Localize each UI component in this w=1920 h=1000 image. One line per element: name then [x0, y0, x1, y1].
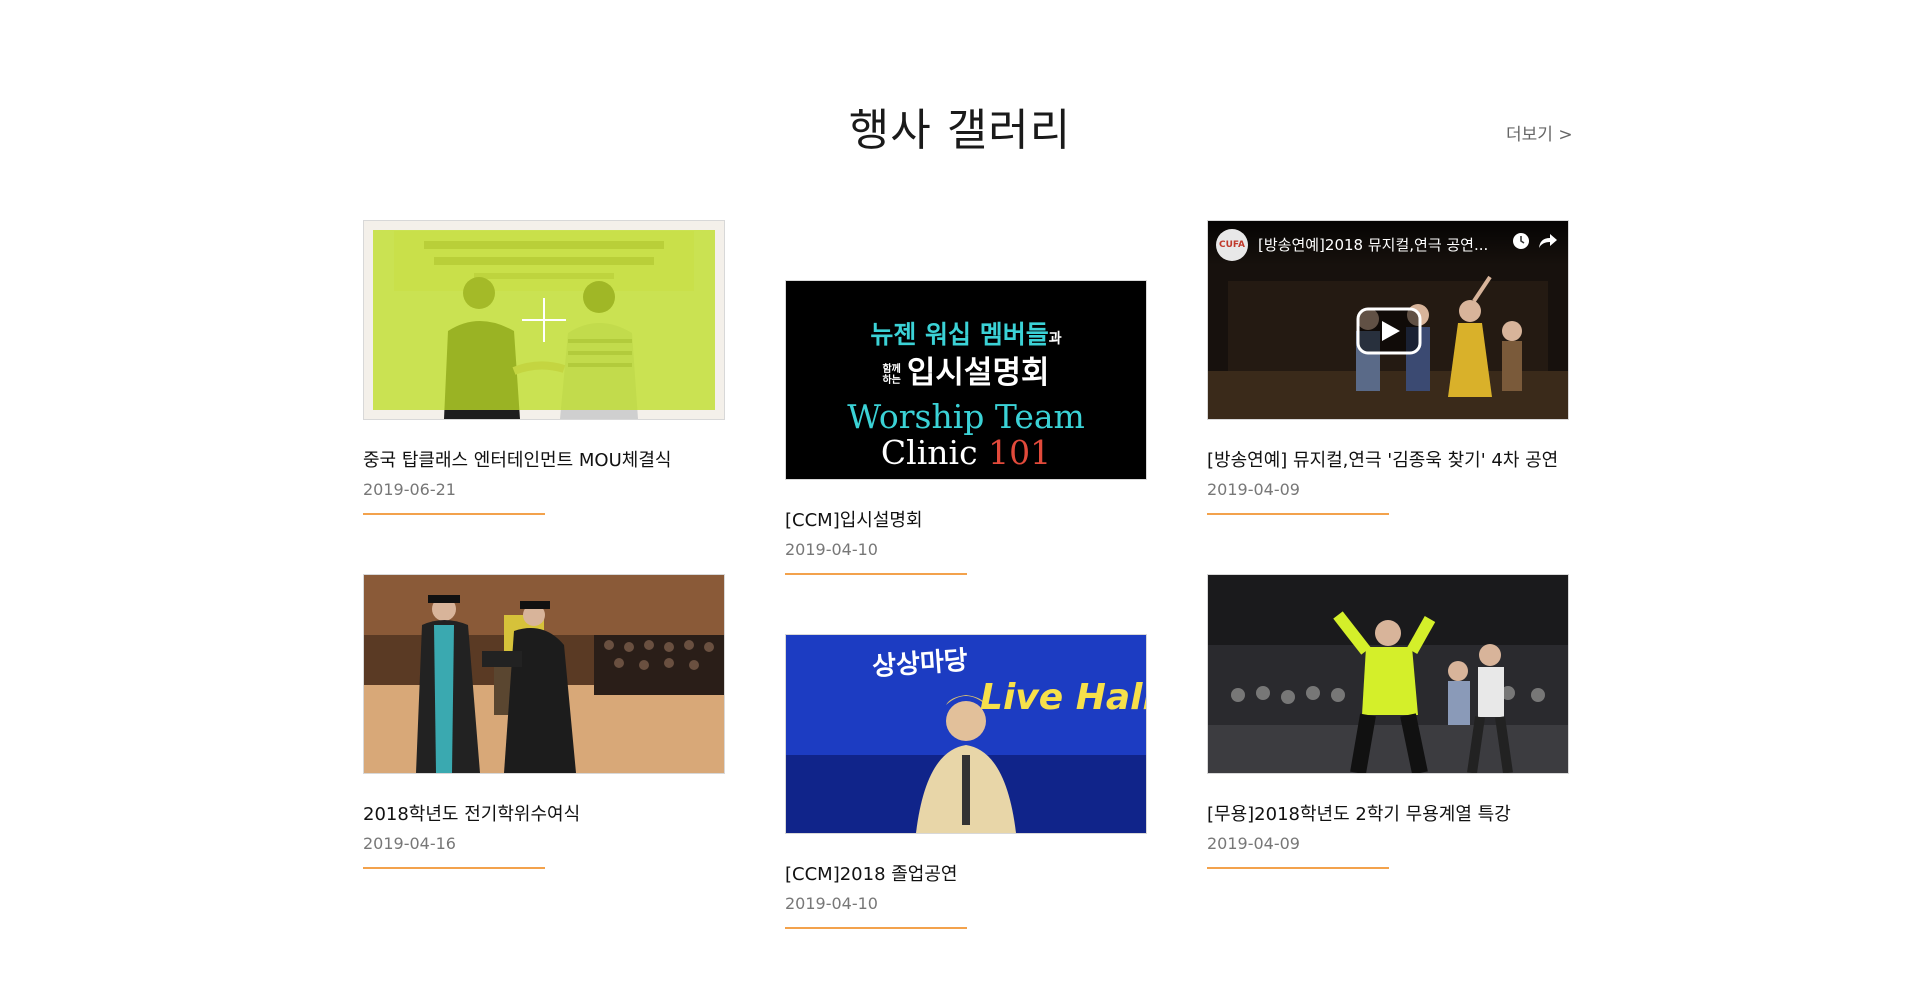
- card-title[interactable]: 중국 탑클래스 엔터테인먼트 MOU체결식: [363, 446, 725, 472]
- thumbnail-hover-overlay: [373, 230, 715, 410]
- gallery-card[interactable]: CUFA [방송연예]2018 뮤지컬,연극 공연... [방송연예] 뮤지컬,…: [1207, 220, 1569, 515]
- venue-logo: 상상마당: [871, 645, 969, 683]
- page-title: 행사 갤러리: [848, 105, 1072, 156]
- dance-class-photo: [1208, 575, 1568, 773]
- card-title[interactable]: [무용]2018학년도 2학기 무용계열 특강: [1207, 800, 1569, 826]
- card-divider: [1207, 867, 1389, 869]
- channel-logo[interactable]: CUFA: [1216, 229, 1248, 261]
- live-hall-sign: Live Hall: [980, 677, 1147, 718]
- card-title[interactable]: [CCM]2018 졸업공연: [785, 860, 1147, 886]
- video-embed[interactable]: CUFA [방송연예]2018 뮤지컬,연극 공연...: [1207, 220, 1569, 420]
- card-date: 2019-04-09: [1207, 834, 1300, 853]
- gallery-card[interactable]: 뉴젠 워십 멤버들과 함께 하는 입시설명회 Worship Team Clini…: [785, 280, 1147, 575]
- card-date: 2019-04-16: [363, 834, 456, 853]
- card-divider: [363, 867, 545, 869]
- plus-icon: [522, 298, 566, 342]
- gallery-thumbnail[interactable]: [363, 574, 725, 774]
- gallery-card[interactable]: 중국 탑클래스 엔터테인먼트 MOU체결식 2019-06-21: [363, 220, 725, 515]
- more-link[interactable]: 더보기 >: [1506, 120, 1573, 145]
- card-date: 2019-06-21: [363, 480, 456, 499]
- gallery-card[interactable]: [무용]2018학년도 2학기 무용계열 특강 2019-04-09: [1207, 574, 1569, 869]
- card-title[interactable]: [CCM]입시설명회: [785, 506, 1147, 532]
- thumb-subheadline: 함께 하는 입시설명회: [882, 355, 1050, 391]
- clock-icon[interactable]: [1512, 232, 1530, 250]
- gallery-thumbnail[interactable]: [363, 220, 725, 420]
- video-title[interactable]: [방송연예]2018 뮤지컬,연극 공연...: [1258, 234, 1488, 255]
- gallery-thumbnail[interactable]: 뉴젠 워십 멤버들과 함께 하는 입시설명회 Worship Team Clini…: [785, 280, 1147, 480]
- gallery-thumbnail[interactable]: [1207, 574, 1569, 774]
- card-divider: [785, 927, 967, 929]
- thumb-headline: 뉴젠 워십 멤버들과: [870, 320, 1062, 349]
- card-title[interactable]: 2018학년도 전기학위수여식: [363, 800, 725, 826]
- gallery-card[interactable]: 2018학년도 전기학위수여식 2019-04-16: [363, 574, 725, 869]
- gallery-card[interactable]: 상상마당 Live Hall [CCM]2018 졸업공연 2019-04-10: [785, 634, 1147, 929]
- share-icon[interactable]: [1538, 232, 1558, 250]
- card-divider: [785, 573, 967, 575]
- card-divider: [363, 513, 545, 515]
- thumb-english-line: Clinic 101: [880, 433, 1052, 472]
- card-date: 2019-04-10: [785, 894, 878, 913]
- card-date: 2019-04-10: [785, 540, 878, 559]
- gallery-thumbnail[interactable]: 상상마당 Live Hall: [785, 634, 1147, 834]
- card-title[interactable]: [방송연예] 뮤지컬,연극 '김종욱 찾기' 4차 공연: [1207, 446, 1569, 472]
- graduation-ceremony-photo: [364, 575, 724, 773]
- thumb-english-line: Worship Team: [847, 397, 1085, 436]
- play-icon[interactable]: [1356, 307, 1422, 355]
- card-divider: [1207, 513, 1389, 515]
- card-date: 2019-04-09: [1207, 480, 1300, 499]
